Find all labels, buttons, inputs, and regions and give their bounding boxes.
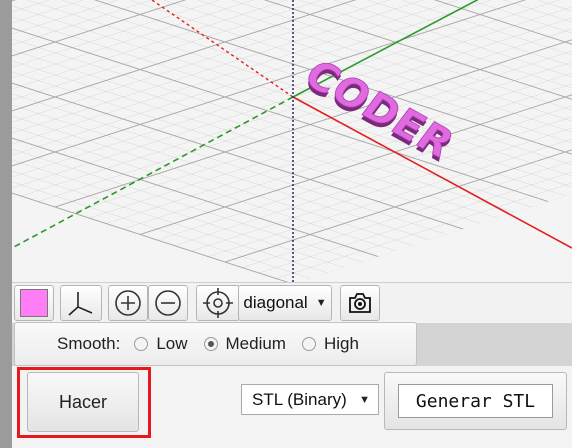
- axes-toggle-button[interactable]: [60, 285, 102, 321]
- radio-medium-indicator[interactable]: [203, 337, 218, 351]
- zoom-in-icon: [115, 290, 141, 316]
- view-angle-select[interactable]: diagonal ▼: [238, 285, 332, 321]
- radio-medium[interactable]: Medium: [203, 334, 286, 354]
- make-button-highlight: [17, 367, 151, 438]
- radio-low[interactable]: Low: [134, 334, 188, 354]
- generate-stl-label: Generar STL: [398, 384, 553, 418]
- camera-icon: [349, 293, 371, 313]
- radio-high[interactable]: High: [301, 334, 359, 354]
- radio-low-label: Low: [156, 334, 188, 353]
- smooth-options: Smooth: Low Medium High: [14, 322, 417, 366]
- color-picker-button[interactable]: [14, 285, 54, 321]
- smooth-label: Smooth:: [57, 334, 121, 353]
- radio-low-indicator[interactable]: [134, 337, 149, 351]
- axes-icon: [68, 292, 93, 316]
- viewport-scene: CODER CODER: [12, 0, 572, 282]
- crosshair-icon: [203, 288, 233, 318]
- view-angle-value: diagonal: [243, 293, 308, 312]
- export-format-value: STL (Binary): [252, 389, 347, 409]
- center-view-button[interactable]: [196, 285, 240, 321]
- zoom-out-icon: [155, 290, 181, 316]
- caret-down-icon: ▼: [315, 297, 327, 309]
- 3d-viewport[interactable]: CODER CODER: [12, 0, 572, 282]
- viewer-toolbar: diagonal ▼: [12, 282, 572, 323]
- radio-high-indicator[interactable]: [301, 337, 316, 351]
- radio-high-label: High: [323, 334, 359, 353]
- radio-medium-label: Medium: [225, 334, 286, 353]
- screenshot-button[interactable]: [340, 285, 380, 321]
- ground-grid: [12, 0, 572, 282]
- zoom-out-button[interactable]: [148, 285, 188, 321]
- export-format-select[interactable]: STL (Binary) ▼: [241, 384, 379, 415]
- generate-stl-button[interactable]: Generar STL: [384, 372, 567, 430]
- left-edge-bar: [0, 0, 12, 448]
- caret-down-icon: ▼: [359, 393, 370, 406]
- zoom-in-button[interactable]: [108, 285, 148, 321]
- color-swatch: [20, 289, 48, 317]
